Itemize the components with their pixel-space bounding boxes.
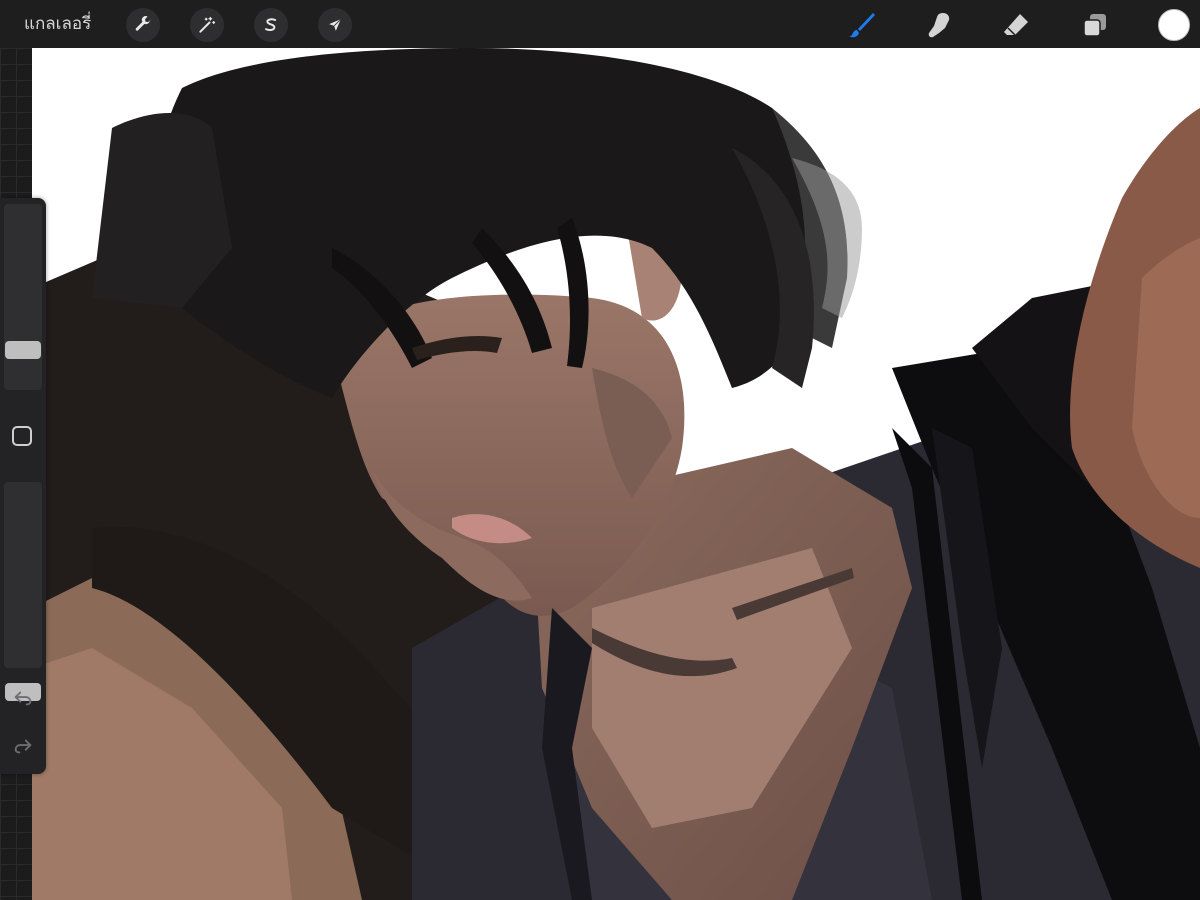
color-swatch[interactable] — [1158, 9, 1190, 41]
brush-icon — [849, 13, 875, 38]
left-sidebar — [0, 198, 46, 774]
adjustments-button[interactable] — [190, 8, 224, 42]
selection-button[interactable] — [254, 8, 288, 42]
smudge-button[interactable] — [921, 7, 957, 43]
magic-wand-icon — [199, 16, 216, 33]
modify-button[interactable] — [12, 426, 32, 446]
layers-button[interactable] — [1077, 7, 1113, 43]
transform-button[interactable] — [318, 8, 352, 42]
wrench-icon — [135, 16, 151, 31]
drawing-canvas[interactable] — [32, 48, 1200, 900]
top-toolbar: แกลเลอรี่ — [0, 0, 1200, 48]
eraser-icon — [1004, 14, 1028, 36]
brush-size-slider[interactable] — [4, 204, 42, 390]
actions-button[interactable] — [126, 8, 160, 42]
selection-s-icon — [265, 18, 277, 32]
artwork-illustration — [32, 48, 1200, 900]
smudge-finger-icon — [928, 13, 950, 38]
undo-button[interactable] — [11, 686, 35, 710]
brush-size-handle[interactable] — [5, 341, 41, 359]
brush-button[interactable] — [844, 7, 880, 43]
undo-icon — [14, 691, 32, 706]
opacity-slider[interactable] — [4, 482, 42, 701]
eraser-button[interactable] — [998, 7, 1034, 43]
gallery-button[interactable]: แกลเลอรี่ — [24, 12, 91, 36]
arrow-cursor-icon — [329, 18, 342, 31]
redo-icon — [14, 739, 32, 754]
layers-icon — [1083, 14, 1106, 37]
redo-button[interactable] — [11, 734, 35, 758]
